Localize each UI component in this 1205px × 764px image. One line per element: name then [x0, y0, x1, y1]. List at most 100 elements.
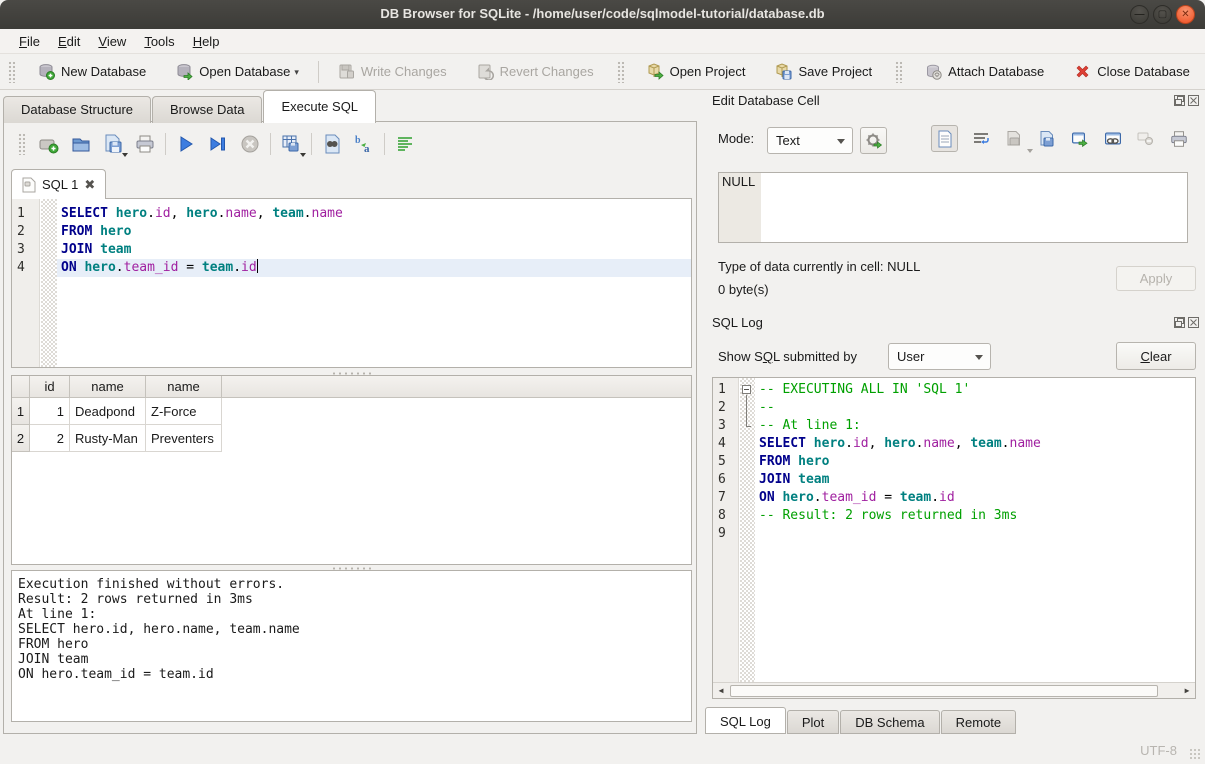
window-title: DB Browser for SQLite - /home/user/code/… — [0, 6, 1205, 21]
revert-changes-button[interactable]: Revert Changes — [462, 58, 609, 85]
tab-execute-sql[interactable]: Execute SQL — [263, 90, 376, 123]
open-database-icon — [176, 63, 193, 80]
toolbar-handle[interactable] — [8, 61, 15, 83]
execute-line-icon[interactable] — [206, 132, 230, 156]
cell-size-label: 0 byte(s) — [718, 282, 769, 297]
execute-sql-icon[interactable] — [174, 132, 198, 156]
encoding-label: UTF-8 — [1140, 743, 1177, 758]
tab-db-schema[interactable]: DB Schema — [840, 710, 939, 734]
write-changes-button[interactable]: Write Changes — [323, 58, 462, 85]
log-fold-margin — [740, 378, 755, 682]
open-database-button[interactable]: Open Database ▾ — [161, 58, 314, 85]
close-sql-tab-icon[interactable]: ✖ — [84, 177, 95, 193]
tab-browse-data[interactable]: Browse Data — [152, 96, 262, 123]
sql-log-view[interactable]: 123456789 -- EXECUTING ALL IN 'SQL 1'---… — [712, 377, 1196, 699]
cell-null-value: NULL — [722, 174, 755, 189]
mode-label: Mode: — [718, 131, 754, 146]
print-icon[interactable] — [133, 132, 157, 156]
tab-sql-log[interactable]: SQL Log — [705, 707, 786, 734]
open-sql-file-icon[interactable] — [69, 132, 93, 156]
table-row: 1 1 Deadpond Z-Force — [12, 398, 691, 425]
open-database-dropdown[interactable]: ▾ — [294, 67, 299, 80]
sql-log-filter-select[interactable]: User — [888, 343, 991, 370]
menu-edit[interactable]: Edit — [49, 31, 89, 52]
save-project-icon — [775, 63, 792, 80]
sql-toolbar: ba — [10, 132, 421, 156]
close-dock-icon[interactable] — [1188, 95, 1199, 106]
tab-remote[interactable]: Remote — [941, 710, 1017, 734]
sql-log-title: SQL Log — [712, 315, 763, 330]
text-view-icon[interactable] — [931, 125, 958, 152]
editor-line-numbers: 1234 — [12, 199, 40, 367]
menu-view[interactable]: View — [89, 31, 135, 52]
cell-editor[interactable]: NULL — [718, 172, 1188, 243]
save-results-icon[interactable] — [279, 132, 303, 156]
close-database-button[interactable]: Close Database — [1059, 58, 1205, 85]
menu-help[interactable]: Help — [184, 31, 229, 52]
table-row: 2 2 Rusty-Man Preventers — [12, 425, 691, 452]
execution-messages[interactable]: Execution finished without errors. Resul… — [11, 570, 692, 722]
menu-bar: File Edit View Tools Help — [0, 29, 1205, 54]
auto-switch-mode-button[interactable] — [860, 127, 887, 154]
show-sql-label: Show SQL submitted by — [718, 349, 857, 364]
float-dock-icon[interactable] — [1174, 317, 1185, 328]
format-sql-icon[interactable] — [393, 132, 417, 156]
right-dock: Edit Database Cell Mode: Text NULL Ty — [703, 90, 1205, 736]
minimize-button[interactable]: — — [1130, 5, 1149, 24]
resize-grip[interactable] — [1189, 748, 1201, 760]
set-null-icon[interactable] — [1129, 125, 1162, 152]
stop-icon[interactable] — [238, 132, 262, 156]
revert-changes-icon — [477, 63, 494, 80]
sql-tab[interactable]: SQL 1 ✖ — [11, 169, 106, 199]
tab-plot[interactable]: Plot — [787, 710, 839, 734]
svg-text:b: b — [355, 135, 361, 146]
open-project-button[interactable]: Open Project — [632, 58, 761, 85]
attach-database-button[interactable]: Attach Database — [910, 58, 1059, 85]
menu-tools[interactable]: Tools — [135, 31, 183, 52]
export-cell-icon[interactable] — [1030, 125, 1063, 152]
save-project-button[interactable]: Save Project — [760, 58, 887, 85]
close-button[interactable]: ✕ — [1176, 5, 1195, 24]
new-database-icon — [38, 63, 55, 80]
set-as-link-icon[interactable] — [1096, 125, 1129, 152]
log-horizontal-scrollbar[interactable]: ◀ ▶ — [713, 682, 1195, 698]
float-dock-icon[interactable] — [1174, 95, 1185, 106]
fold-marker-icon[interactable] — [742, 385, 751, 394]
sql-file-icon — [22, 177, 36, 193]
app-window: DB Browser for SQLite - /home/user/code/… — [0, 0, 1205, 764]
open-project-icon — [647, 63, 664, 80]
close-database-icon — [1074, 63, 1091, 80]
save-sql-file-icon[interactable] — [101, 132, 125, 156]
replace-icon[interactable]: ba — [352, 132, 376, 156]
title-bar: DB Browser for SQLite - /home/user/code/… — [0, 0, 1205, 29]
main-tab-bar: Database Structure Browse Data Execute S… — [3, 90, 377, 123]
menu-file[interactable]: File — [10, 31, 49, 52]
clear-log-button[interactable]: Clear — [1116, 342, 1196, 370]
col-header-name2[interactable]: name — [146, 376, 222, 397]
write-changes-icon — [338, 63, 355, 80]
new-sql-tab-icon[interactable] — [37, 132, 61, 156]
scroll-right-icon[interactable]: ▶ — [1179, 684, 1195, 698]
open-in-external-icon[interactable] — [1063, 125, 1096, 152]
status-bar: UTF-8 — [0, 736, 1205, 764]
results-table: id name name 1 1 Deadpond Z-Force 2 2 Ru… — [11, 375, 692, 565]
col-header-id[interactable]: id — [30, 376, 70, 397]
log-line-numbers: 123456789 — [713, 378, 739, 682]
tab-database-structure[interactable]: Database Structure — [3, 96, 151, 123]
import-cell-icon[interactable] — [997, 125, 1030, 152]
close-dock-icon[interactable] — [1188, 317, 1199, 328]
scrollbar-thumb[interactable] — [730, 685, 1158, 697]
word-wrap-icon[interactable] — [964, 125, 997, 152]
cell-type-label: Type of data currently in cell: NULL — [718, 259, 920, 274]
mode-select[interactable]: Text — [767, 127, 853, 154]
editor-fold-margin — [41, 199, 57, 367]
maximize-button[interactable]: ▢ — [1153, 5, 1172, 24]
sql-editor[interactable]: 1234 SELECT hero.id, hero.name, team.nam… — [11, 198, 692, 368]
scroll-left-icon[interactable]: ◀ — [713, 684, 729, 698]
print-cell-icon[interactable] — [1162, 125, 1195, 152]
col-header-name1[interactable]: name — [70, 376, 146, 397]
find-icon[interactable] — [320, 132, 344, 156]
new-database-button[interactable]: New Database — [23, 58, 161, 85]
apply-button[interactable]: Apply — [1116, 266, 1196, 291]
execute-sql-pane: ba SQL 1 ✖ 1234 SELECT hero.id, hero.nam… — [3, 121, 697, 734]
